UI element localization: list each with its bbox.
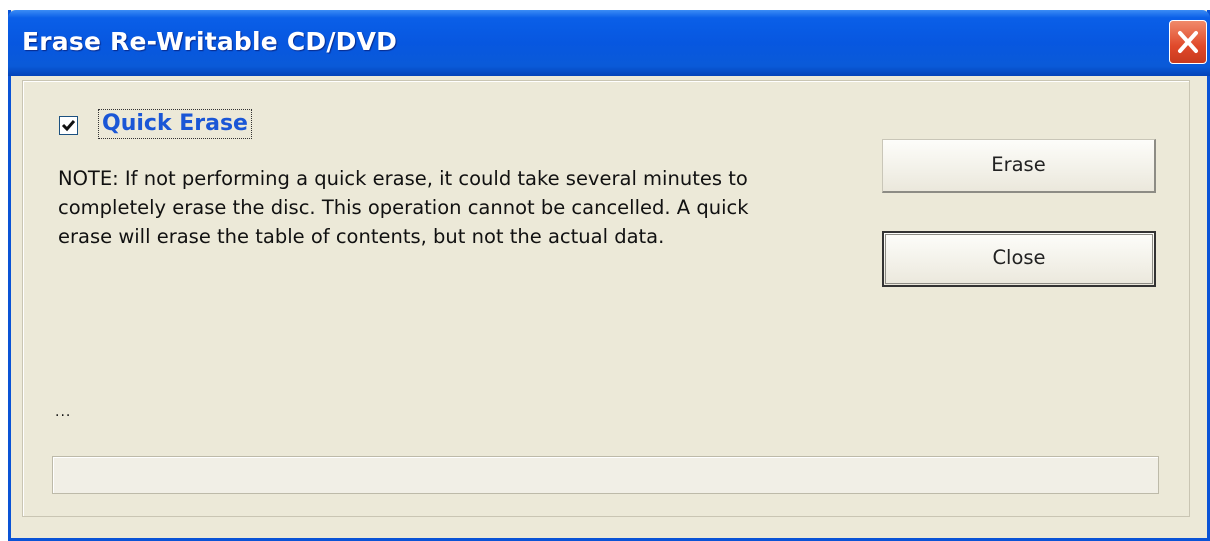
checkmark-icon [61,120,76,132]
close-button[interactable]: Close [882,231,1156,287]
close-window-button[interactable] [1169,20,1207,64]
erase-button[interactable]: Erase [882,139,1156,193]
title-bar[interactable]: Erase Re-Writable CD/DVD [8,10,1210,76]
note-text: NOTE: If not performing a quick erase, i… [58,167,749,248]
progress-bar [52,456,1159,494]
quick-erase-checkbox[interactable] [59,116,78,135]
quick-erase-label[interactable]: Quick Erase [98,109,252,139]
close-icon [1178,31,1198,53]
window-title: Erase Re-Writable CD/DVD [22,27,398,56]
status-text: ... [55,404,72,420]
